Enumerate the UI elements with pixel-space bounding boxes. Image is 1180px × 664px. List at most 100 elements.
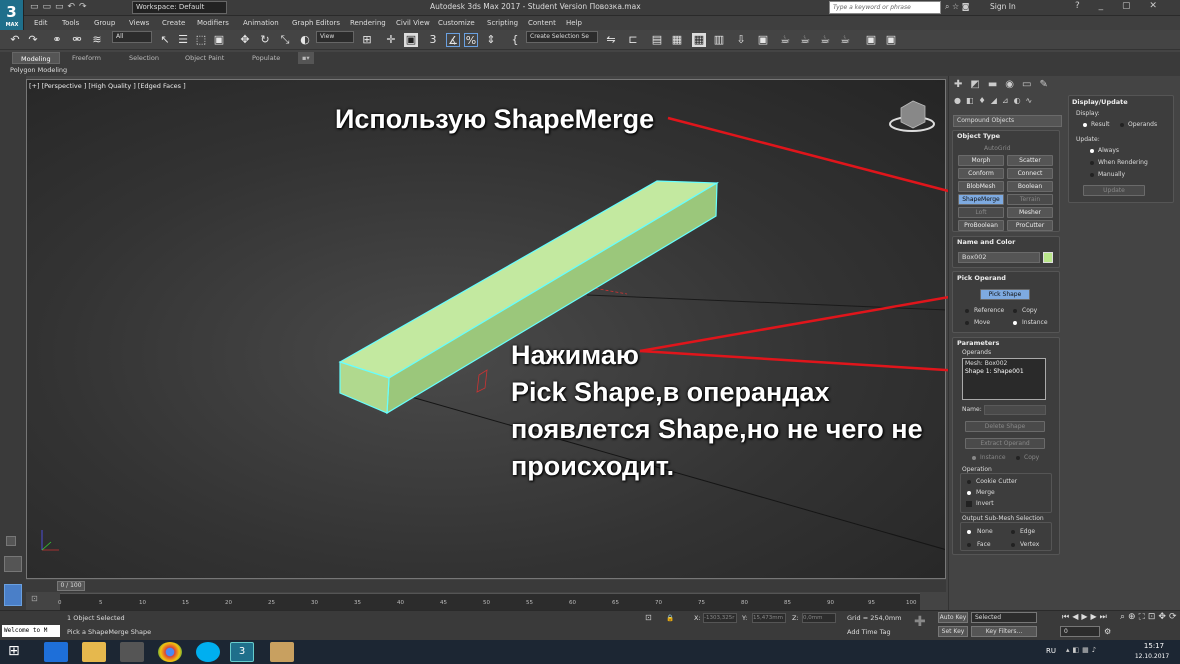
select-by-name-icon[interactable]: ☰	[176, 33, 190, 47]
layer-explorer-icon[interactable]: ▤	[650, 33, 664, 47]
result-radio[interactable]	[1083, 123, 1087, 127]
language-indicator[interactable]: RU	[1046, 647, 1056, 655]
time-slider-track[interactable]	[26, 580, 946, 592]
autogrid-checkbox[interactable]: AutoGrid	[984, 145, 1011, 152]
frame-field[interactable]: 0	[1060, 626, 1100, 637]
name-color-title[interactable]: Name and Color	[957, 238, 1015, 246]
viewport-nav-icons[interactable]: ⌕⊕⛶⊡✥⟳	[1120, 612, 1180, 622]
place-icon[interactable]: ◐	[298, 33, 312, 47]
quick-access-icons[interactable]: ▭▭▭↶↷	[30, 2, 91, 12]
named-selection-icon[interactable]: {	[508, 33, 522, 47]
snaps-toggle-icon[interactable]: 3	[426, 33, 440, 47]
when-rendering-radio[interactable]	[1090, 161, 1094, 165]
angle-snap-icon[interactable]: ∡	[446, 33, 460, 47]
rotate-icon[interactable]: ↻	[258, 33, 272, 47]
tray-icons[interactable]: ▴◧▦♪	[1066, 646, 1099, 654]
face-radio[interactable]	[967, 543, 971, 547]
none-radio[interactable]	[967, 530, 971, 534]
sign-in-link[interactable]: Sign In	[990, 2, 1016, 11]
percent-snap-icon[interactable]: %	[464, 33, 478, 47]
pick-shape-button[interactable]: Pick Shape	[980, 289, 1030, 300]
undo-icon[interactable]: ↶	[8, 33, 22, 47]
operands-list[interactable]: Mesh: Box002 Shape 1: Shape001	[962, 358, 1046, 400]
z-coord-field[interactable]: 0,0mm	[802, 613, 836, 623]
clock-date[interactable]: 12.10.2017	[1130, 653, 1174, 660]
select-manipulate-icon[interactable]: ✛	[384, 33, 398, 47]
operand-item[interactable]: Mesh: Box002	[965, 360, 1007, 367]
polygon-modeling-panel[interactable]: Polygon Modeling	[0, 64, 1180, 76]
key-mode-dropdown[interactable]: Selected	[971, 612, 1037, 623]
explorer-icon[interactable]	[82, 642, 106, 662]
vertex-radio[interactable]	[1011, 543, 1015, 547]
tab-object-paint[interactable]: Object Paint	[185, 52, 224, 64]
reference-coord-dropdown[interactable]: View	[316, 31, 354, 43]
proboolean-button[interactable]: ProBoolean	[958, 220, 1004, 231]
perspective-viewport[interactable]: [+] [Perspective ] [High Quality ] [Edge…	[26, 79, 946, 579]
object-name-field[interactable]: Box002	[958, 252, 1040, 263]
render-iterative-icon[interactable]: ☕	[818, 33, 832, 47]
menu-create[interactable]: Create	[162, 17, 185, 29]
menu-graph-editors[interactable]: Graph Editors	[292, 17, 340, 29]
procutter-button[interactable]: ProCutter	[1007, 220, 1053, 231]
rendered-frame-icon[interactable]: ☕	[778, 33, 792, 47]
set-key-icon[interactable]: ✚	[914, 614, 926, 630]
render-cloud-icon[interactable]: ▣	[864, 33, 878, 47]
skype-icon[interactable]	[196, 642, 220, 662]
window-controls[interactable]: ? _ ▢ ✕	[1075, 1, 1165, 11]
material-editor-icon[interactable]: ⇩	[734, 33, 748, 47]
menu-edit[interactable]: Edit	[34, 17, 48, 29]
loft-button[interactable]: Loft	[958, 207, 1004, 218]
display-update-title[interactable]: Display/Update	[1072, 98, 1128, 106]
pick-operand-title[interactable]: Pick Operand	[957, 274, 1006, 282]
named-selection-dropdown[interactable]: Create Selection Se	[526, 31, 598, 43]
copy-radio[interactable]	[1013, 309, 1017, 313]
isolate-icon[interactable]: ⊡	[645, 613, 652, 622]
3dsmax-taskbar-icon[interactable]: 3	[230, 642, 254, 662]
media-player-icon[interactable]	[120, 642, 144, 662]
menu-help[interactable]: Help	[566, 17, 582, 29]
operand-name-field[interactable]	[984, 405, 1046, 415]
tab-selection[interactable]: Selection	[129, 52, 159, 64]
clock-time[interactable]: 15:17	[1134, 642, 1174, 650]
morph-button[interactable]: Morph	[958, 155, 1004, 166]
paint-icon[interactable]	[270, 642, 294, 662]
create-category-icons[interactable]: ●◧♦◢⊿◐∿	[952, 96, 1064, 108]
edge-radio[interactable]	[1011, 530, 1015, 534]
menu-rendering[interactable]: Rendering	[350, 17, 386, 29]
menu-group[interactable]: Group	[94, 17, 115, 29]
mini-curve-icon[interactable]: ⊡	[31, 594, 38, 603]
key-filters-button[interactable]: Key Filters...	[971, 626, 1037, 637]
app-logo[interactable]: 3 MAX	[0, 0, 24, 30]
window-crossing-icon[interactable]: ▣	[212, 33, 226, 47]
tab-freeform[interactable]: Freeform	[72, 52, 101, 64]
blobmesh-button[interactable]: BlobMesh	[958, 181, 1004, 192]
menu-animation[interactable]: Animation	[243, 17, 279, 29]
merge-radio[interactable]	[967, 491, 971, 495]
select-object-icon[interactable]: ↖	[158, 33, 172, 47]
maxscript-listener[interactable]: Welcome to M	[2, 625, 60, 637]
redo-icon[interactable]: ↷	[26, 33, 40, 47]
render-production-icon[interactable]: ☕	[798, 33, 812, 47]
search-input[interactable]: Type a keyword or phrase	[829, 1, 941, 14]
category-dropdown[interactable]: Compound Objects	[953, 115, 1062, 127]
connect-button[interactable]: Connect	[1007, 168, 1053, 179]
scale-icon[interactable]: ⤡	[278, 33, 292, 47]
curve-editor-icon[interactable]: ▦	[692, 33, 706, 47]
a360-gallery-icon[interactable]: ▣	[884, 33, 898, 47]
playback-controls-icon[interactable]: ⏮◀▶▶⏭	[1062, 612, 1110, 622]
toggle-ribbon-icon[interactable]: ▦	[670, 33, 684, 47]
conform-button[interactable]: Conform	[958, 168, 1004, 179]
always-radio[interactable]	[1090, 149, 1094, 153]
y-coord-field[interactable]: 15,473mm	[752, 613, 786, 623]
scatter-button[interactable]: Scatter	[1007, 155, 1053, 166]
viewport-layout-icon[interactable]	[4, 556, 22, 572]
track-bar[interactable]	[60, 593, 920, 610]
reference-radio[interactable]	[965, 309, 969, 313]
menu-content[interactable]: Content	[528, 17, 556, 29]
time-config-icon[interactable]: ⚙	[1104, 627, 1111, 636]
shapemerge-button[interactable]: ShapeMerge	[958, 194, 1004, 205]
menu-civil-view[interactable]: Civil View	[396, 17, 430, 29]
render-active-icon[interactable]: ☕	[838, 33, 852, 47]
object-type-title[interactable]: Object Type	[957, 132, 1000, 140]
add-time-tag[interactable]: Add Time Tag	[847, 628, 891, 636]
